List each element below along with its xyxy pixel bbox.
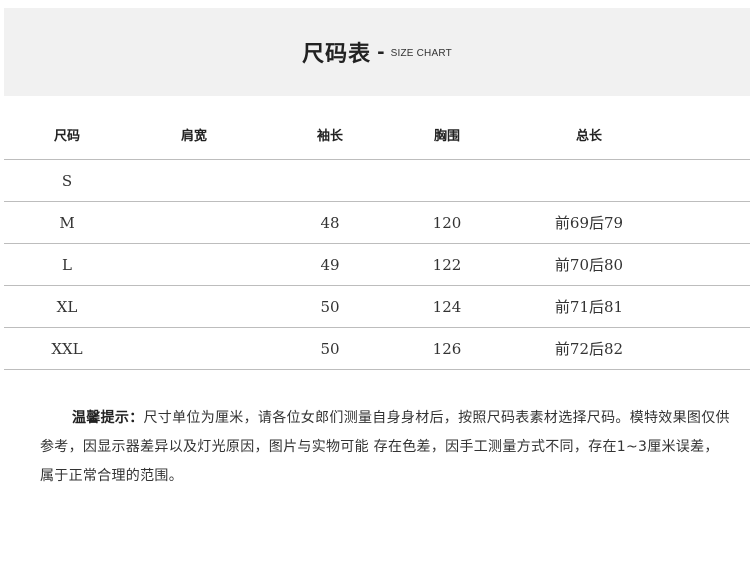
title-separator: - [377,41,385,63]
cell-length: 前69后79 [554,214,624,232]
notice-label: 温馨提示： [72,410,144,426]
cell-chest: 120 [432,213,462,232]
cell-size: M [59,213,75,232]
column-header-shoulder: 肩宽 [180,129,207,144]
title-group: 尺码表 - SIZE CHART [4,8,750,96]
table-row: L 49 122 前70后80 [4,244,750,286]
page-title: 尺码表 [302,42,372,67]
cell-shoulder [154,160,234,201]
header-band: 尺码表 - SIZE CHART [4,8,750,96]
cell-sleeve: 50 [320,339,340,358]
notice-text: 尺寸单位为厘米，请各位女郎们测量自身身材后，按照尺码表素材选择尺码。模特效果图仅… [40,410,730,484]
page-subtitle: SIZE CHART [390,48,452,59]
table-row: S [4,160,750,202]
cell-size: L [62,255,72,274]
cell-sleeve: 50 [320,297,340,316]
column-header-size: 尺码 [53,129,80,144]
cell-chest: 122 [432,255,462,274]
cell-length: 前71后81 [554,298,624,316]
cell-size: S [61,171,73,190]
column-header-length: 总长 [575,129,602,144]
cell-sleeve [290,160,370,201]
table-row: XL 50 124 前71后81 [4,286,750,328]
cell-shoulder [154,328,234,369]
cell-length: 前70后80 [554,256,624,274]
cell-chest [406,160,488,201]
table-row: M 48 120 前69后79 [4,202,750,244]
column-header-sleeve: 袖长 [316,129,343,144]
cell-chest: 124 [432,297,462,316]
column-header-chest: 胸围 [433,129,460,144]
cell-size: XXL [51,339,83,358]
table-header-row: 尺码 肩宽 袖长 胸围 总长 [4,110,750,160]
cell-length [534,160,644,201]
cell-size: XL [56,297,78,316]
cell-shoulder [154,202,234,243]
size-table: 尺码 肩宽 袖长 胸围 总长 S M 48 120 前69后79 L 49 12… [4,110,750,370]
cell-sleeve: 49 [320,255,340,274]
table-row: XXL 50 126 前72后82 [4,328,750,370]
cell-sleeve: 48 [320,213,340,232]
cell-shoulder [154,244,234,285]
cell-chest: 126 [432,339,462,358]
cell-shoulder [154,286,234,327]
cell-length: 前72后82 [554,340,624,358]
size-notice: 温馨提示：尺寸单位为厘米，请各位女郎们测量自身身材后，按照尺码表素材选择尺码。模… [40,404,730,491]
